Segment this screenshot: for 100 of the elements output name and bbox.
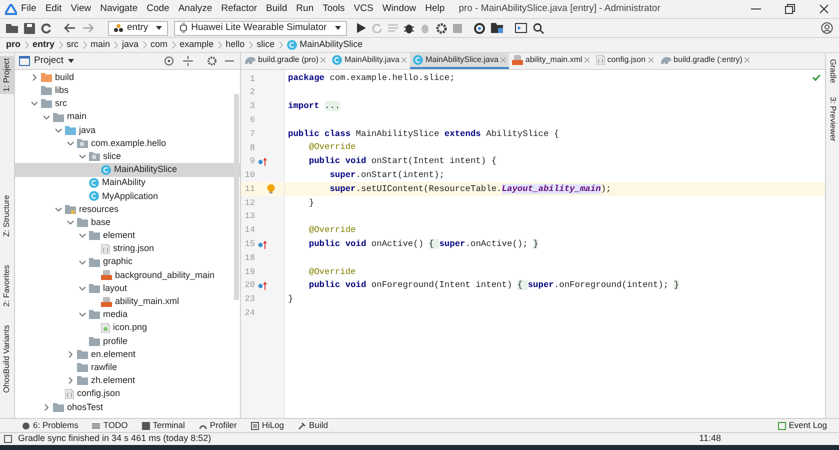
tree-item[interactable]: slice: [15, 150, 240, 164]
breadcrumb-item[interactable]: MainAbilitySlice: [286, 38, 363, 52]
tool-window-button[interactable]: Terminal: [142, 419, 185, 432]
line-number: 1: [248, 72, 255, 86]
save-icon[interactable]: [24, 22, 35, 34]
tool-window-tab[interactable]: 3: Previewer: [828, 97, 838, 142]
sync-icon[interactable]: [41, 22, 52, 34]
menu-item[interactable]: View: [70, 2, 92, 16]
tree-item[interactable]: icon.png: [15, 322, 240, 335]
tool-window-tab[interactable]: Z: Structure: [0, 193, 14, 239]
menu-item[interactable]: Tools: [322, 2, 345, 16]
editor-tab[interactable]: build.gradle (:entry): [656, 53, 754, 69]
menu-item[interactable]: Edit: [45, 2, 62, 16]
bug-icon[interactable]: [404, 22, 414, 34]
menu-item[interactable]: Window: [382, 2, 416, 16]
project-view-selector[interactable]: Project: [34, 54, 64, 68]
menu-item[interactable]: Refactor: [221, 2, 258, 16]
menu-item[interactable]: Analyze: [178, 2, 212, 16]
folder-icon: [77, 350, 88, 360]
tree-item[interactable]: java: [15, 124, 240, 137]
tree-item[interactable]: rawfile: [15, 361, 240, 374]
editor-tab[interactable]: MainAbilitySlice.java: [410, 53, 510, 69]
menu-item[interactable]: Code: [146, 2, 170, 16]
sdk-icon[interactable]: [474, 22, 485, 34]
menu-item[interactable]: VCS: [354, 2, 374, 16]
tool-window-button[interactable]: Build: [298, 419, 328, 432]
tree-item[interactable]: libs: [15, 84, 240, 98]
scrollbar[interactable]: [234, 94, 239, 300]
tool-window-tab[interactable]: Gradle: [828, 59, 838, 84]
close-icon[interactable]: [819, 4, 829, 14]
tree-item[interactable]: MainAbilitySlice: [15, 163, 240, 176]
tree-item[interactable]: main: [15, 110, 240, 124]
restore-icon[interactable]: [785, 4, 795, 14]
line-number: 12: [244, 196, 255, 210]
expanded-chevron-icon: [79, 285, 86, 292]
search-icon[interactable]: [532, 22, 544, 34]
breadcrumb-item[interactable]: src: [66, 38, 79, 52]
tool-window-tab[interactable]: 1: Project: [0, 56, 14, 94]
back-arrow-icon[interactable]: [64, 23, 76, 33]
tool-window-tab[interactable]: 2: Favorites: [0, 263, 14, 309]
account-icon[interactable]: [821, 22, 833, 34]
status-icon[interactable]: [4, 435, 12, 443]
tree-item[interactable]: en.element: [15, 348, 240, 362]
tree-item[interactable]: config.json: [15, 388, 240, 401]
settings-icon[interactable]: [207, 56, 217, 66]
tool-window-button[interactable]: Profiler: [198, 419, 237, 432]
folder-icon[interactable]: [6, 23, 18, 33]
tree-item[interactable]: profile: [15, 334, 240, 348]
tool-window-button[interactable]: 6: Problems: [22, 419, 78, 432]
chevron-icon: [218, 41, 222, 49]
menu-item[interactable]: Navigate: [100, 2, 138, 16]
menu-item[interactable]: Run: [296, 2, 314, 16]
breadcrumb-item[interactable]: slice: [256, 38, 275, 52]
tree-item[interactable]: element: [15, 229, 240, 242]
line-number: 10: [244, 169, 255, 182]
tree-item[interactable]: ohosTest: [15, 400, 240, 414]
tree-item[interactable]: MainAbility: [15, 176, 240, 190]
editor-tab[interactable]: MainAbility.java: [329, 53, 410, 69]
editor-tab[interactable]: build.gradle (pro): [241, 53, 330, 69]
breadcrumb-item[interactable]: example: [180, 38, 214, 52]
editor-tab[interactable]: ability_main.xml: [509, 53, 594, 69]
breadcrumb-item[interactable]: entry: [32, 38, 55, 52]
breadcrumb-item[interactable]: com: [150, 38, 168, 52]
tree-item[interactable]: src: [15, 97, 240, 111]
device-manager-icon[interactable]: [514, 23, 527, 33]
override-marker-icon: [258, 240, 267, 249]
breadcrumb-item[interactable]: hello: [226, 38, 245, 52]
tree-item[interactable]: background_ability_main: [15, 268, 240, 282]
breadcrumb-item[interactable]: main: [90, 38, 110, 52]
tool-window-tab[interactable]: OhosBuild Variants: [0, 323, 14, 395]
expanded-chevron-icon: [79, 311, 86, 318]
locate-icon[interactable]: [164, 56, 174, 66]
gear-icon[interactable]: [436, 22, 447, 34]
tree-item[interactable]: base: [15, 216, 240, 230]
tool-window-button[interactable]: TODO: [92, 419, 128, 432]
tree-item[interactable]: string.json: [15, 242, 240, 256]
device-dropdown[interactable]: Huawei Lite Wearable Simulator: [174, 20, 347, 36]
run-icon[interactable]: [356, 23, 366, 33]
menu-item[interactable]: Build: [266, 2, 288, 16]
event-log-button[interactable]: Event Log: [778, 419, 827, 432]
breadcrumb-item[interactable]: pro: [6, 38, 20, 52]
tree-item[interactable]: MyApplication: [15, 190, 240, 203]
tree-item[interactable]: zh.element: [15, 374, 240, 388]
tree-item[interactable]: media: [15, 308, 240, 322]
editor-tab[interactable]: config.json: [593, 53, 657, 69]
log-icon: [778, 422, 786, 430]
tree-item[interactable]: graphic: [15, 256, 240, 269]
tree-item[interactable]: build: [15, 71, 240, 84]
tool-window-button[interactable]: HiLog: [250, 419, 284, 432]
tree-item[interactable]: com.example.hello: [15, 136, 240, 150]
breadcrumb-item[interactable]: java: [122, 38, 139, 52]
tree-item[interactable]: layout: [15, 282, 240, 296]
project-structure-icon[interactable]: [490, 23, 503, 33]
tree-item[interactable]: ability_main.xml: [15, 295, 240, 308]
collapse-icon[interactable]: [183, 56, 193, 66]
menu-item[interactable]: File: [21, 2, 36, 16]
menu-item[interactable]: Help: [425, 2, 445, 16]
tree-item[interactable]: resources: [15, 202, 240, 216]
module-dropdown[interactable]: entry: [108, 20, 168, 36]
app-logo-icon: [5, 4, 17, 14]
